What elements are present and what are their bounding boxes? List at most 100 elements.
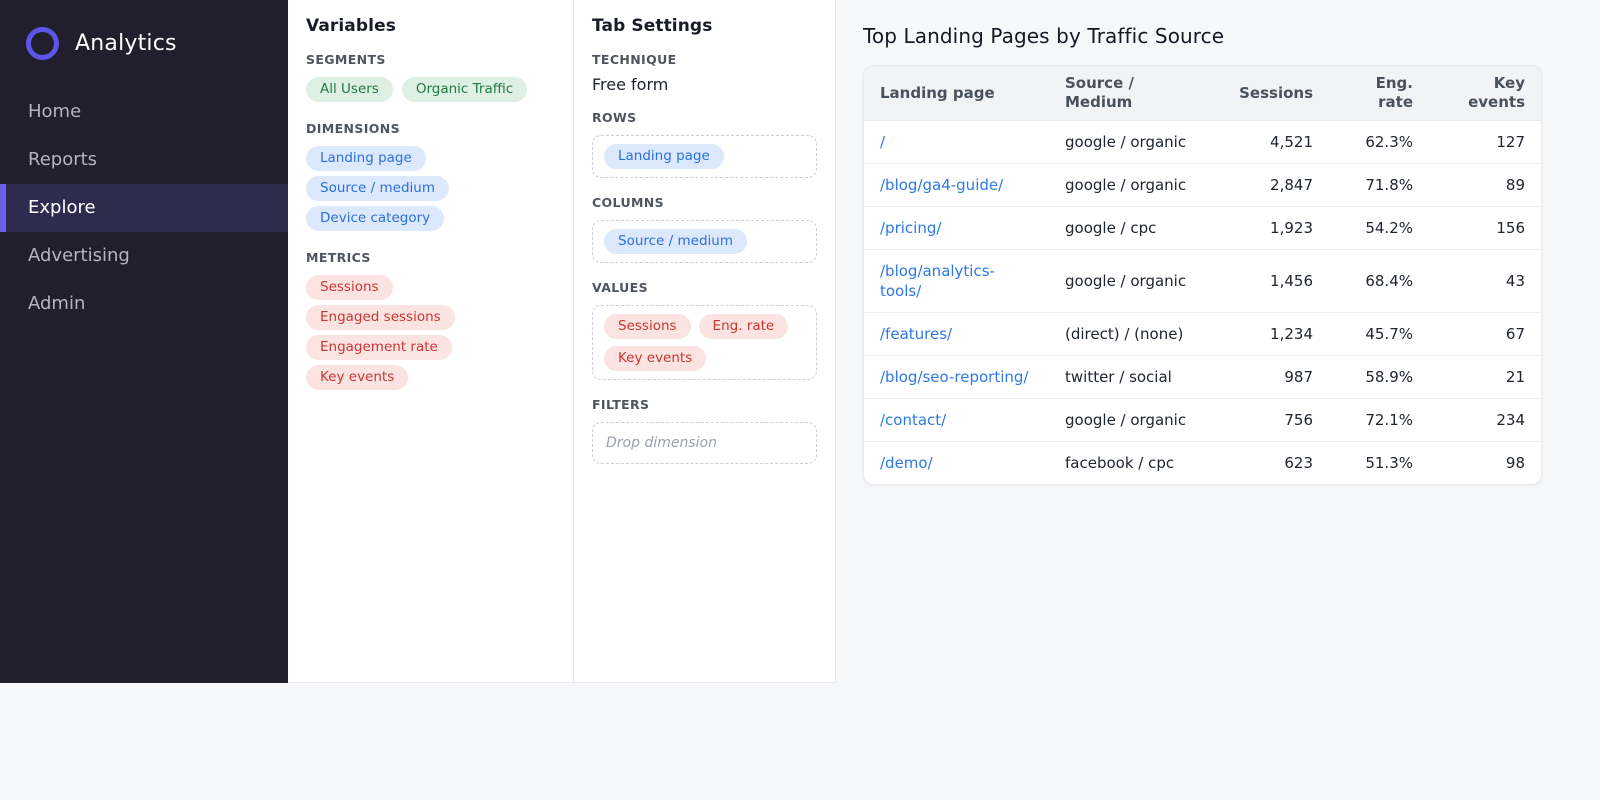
tab-settings-section-values: VALUES Sessions Eng. rate Key events xyxy=(592,280,817,380)
section-label-rows: ROWS xyxy=(592,110,637,125)
chip-list-metrics: Sessions Engaged sessions Engagement rate K… xyxy=(306,275,555,390)
chip-sessions[interactable]: Sessions xyxy=(306,275,393,300)
tab-settings-section-rows: ROWS Landing page xyxy=(592,110,817,178)
chip-landing-page[interactable]: Landing page xyxy=(306,146,426,171)
sidebar-item-home[interactable]: Home xyxy=(0,88,288,136)
dropzone-rows[interactable]: Landing page xyxy=(592,135,817,178)
tab-settings-section-filters: FILTERS Drop dimension xyxy=(592,397,817,464)
sessions-cell: 1,456 xyxy=(1219,249,1329,313)
landing-page-cell: /blog/seo-reporting/ xyxy=(864,355,1049,399)
column-header-landing-page[interactable]: Landing page xyxy=(864,66,1049,121)
variables-section-dimensions: DIMENSIONS Landing page Source / medium Dev… xyxy=(306,121,555,231)
key-events-cell: 21 xyxy=(1429,355,1541,399)
variables-panel: Variables SEGMENTS All Users Organic Traff… xyxy=(288,0,574,683)
tab-settings-panel: Tab Settings TECHNIQUE Free form ROWS Lan… xyxy=(574,0,836,683)
landing-page-link[interactable]: / xyxy=(880,133,885,151)
sidebar-item-explore[interactable]: Explore xyxy=(0,184,288,232)
main-area: Top Landing Pages by Traffic Source Land… xyxy=(836,0,1600,800)
table-row: /blog/seo-reporting/twitter / social 987 5… xyxy=(864,355,1541,399)
chip-list-dimensions: Landing page Source / medium Device catego… xyxy=(306,146,555,231)
tab-settings-section-columns: COLUMNS Source / medium xyxy=(592,195,817,263)
sidebar-item-reports[interactable]: Reports xyxy=(0,136,288,184)
sessions-cell: 4,521 xyxy=(1219,120,1329,164)
section-label-metrics: METRICS xyxy=(306,250,371,265)
chip-engagement-rate[interactable]: Engagement rate xyxy=(306,335,452,360)
dropzone-columns[interactable]: Source / medium xyxy=(592,220,817,263)
logo-text: Analytics xyxy=(75,31,177,56)
chip-source-medium[interactable]: Source / medium xyxy=(604,229,747,254)
chip-engaged-sessions[interactable]: Engaged sessions xyxy=(306,305,455,330)
key-events-cell: 67 xyxy=(1429,312,1541,356)
source-medium-cell: facebook / cpc xyxy=(1065,454,1175,472)
landing-page-cell: /pricing/ xyxy=(864,206,1049,250)
chip-key-events[interactable]: Key events xyxy=(604,346,707,371)
table-row: /blog/ga4-guide/google / organic 2,847 71.… xyxy=(864,163,1541,207)
landing-page-cell: /features/ xyxy=(864,312,1049,356)
sidebar-item-advertising[interactable]: Advertising xyxy=(0,232,288,280)
landing-page-cell: /blog/ga4-guide/ xyxy=(864,163,1049,207)
landing-page-link[interactable]: /blog/analytics-tools/ xyxy=(880,262,995,300)
eng-rate-cell: 72.1% xyxy=(1329,398,1429,442)
table-row: /demo/facebook / cpc 623 51.3% 98 xyxy=(864,442,1541,485)
source-medium-cell: (direct) / (none) xyxy=(1049,312,1219,356)
sessions-cell: 1,923 xyxy=(1219,206,1329,250)
chip-all-users[interactable]: All Users xyxy=(306,77,393,102)
source-medium-cell: google / organic xyxy=(1049,249,1219,313)
landing-page-link[interactable]: /contact/ xyxy=(880,411,946,429)
variables-sections: SEGMENTS All Users Organic Traffic DIMENSIO… xyxy=(306,52,555,390)
eng-rate-cell: 54.2% xyxy=(1329,206,1429,250)
dropzone-placeholder: Drop dimension xyxy=(606,435,717,451)
sidebar: Analytics Home Reports Explore Advertising A… xyxy=(0,0,288,683)
landing-page-link[interactable]: /pricing/ xyxy=(880,219,941,237)
analytics-logo-icon xyxy=(26,27,59,60)
column-header-key-events[interactable]: Key events xyxy=(1429,66,1541,121)
tab-settings-title: Tab Settings xyxy=(592,16,713,36)
source-medium-cell: google / cpc xyxy=(1049,206,1219,250)
key-events-cell: 89 xyxy=(1429,163,1541,207)
sessions-cell: 1,234 xyxy=(1219,312,1329,356)
section-label-filters: FILTERS xyxy=(592,397,650,412)
eng-rate-cell: 71.8% xyxy=(1329,163,1429,207)
landing-page-link[interactable]: /blog/ga4-guide/ xyxy=(880,176,1003,194)
landing-page-cell: /demo/ xyxy=(864,442,1049,485)
key-events-cell: 234 xyxy=(1429,398,1541,442)
report-table: Landing page Source / Medium Sessions Eng. … xyxy=(864,66,1541,484)
landing-page-link[interactable]: /blog/seo-reporting/ xyxy=(880,368,1028,386)
dropzone-values[interactable]: Sessions Eng. rate Key events xyxy=(592,305,817,380)
table-header-row: Landing page Source / Medium Sessions Eng. … xyxy=(864,66,1541,121)
chip-organic-traffic[interactable]: Organic Traffic xyxy=(401,77,528,102)
source-medium-cell: google / organic xyxy=(1049,120,1219,164)
column-header-sessions[interactable]: Sessions xyxy=(1219,66,1329,121)
landing-page-link[interactable]: /demo/ xyxy=(880,454,933,472)
variables-section-segments: SEGMENTS All Users Organic Traffic xyxy=(306,52,555,102)
column-header-eng-rate[interactable]: Eng. rate xyxy=(1329,66,1429,121)
table-row: /contact/google / organic 756 72.1% 234 xyxy=(864,398,1541,442)
technique-selector[interactable]: Free form xyxy=(592,75,817,94)
chip-key-events[interactable]: Key events xyxy=(306,365,409,390)
eng-rate-cell: 68.4% xyxy=(1329,249,1429,313)
chip-landing-page[interactable]: Landing page xyxy=(604,144,724,169)
sessions-cell: 756 xyxy=(1219,398,1329,442)
sidebar-item-admin[interactable]: Admin xyxy=(0,280,288,328)
chip-device-category[interactable]: Device category xyxy=(306,206,445,231)
app-root: Analytics Home Reports Explore Advertising A… xyxy=(0,0,1600,800)
eng-rate-cell: 45.7% xyxy=(1329,312,1429,356)
eng-rate-cell: 62.3% xyxy=(1329,120,1429,164)
sessions-cell: 987 xyxy=(1219,355,1329,399)
tab-settings-dropzones: ROWS Landing page COLUMNS Source / medium VA… xyxy=(592,110,817,464)
chip-eng-rate[interactable]: Eng. rate xyxy=(698,314,789,339)
eng-rate-cell: 51.3% xyxy=(1365,454,1413,472)
table-row: /features/ (direct) / (none) 1,234 45.7% 67 xyxy=(864,312,1541,356)
eng-rate-cell: 58.9% xyxy=(1329,355,1429,399)
section-label-dimensions: DIMENSIONS xyxy=(306,121,400,136)
table-row: /pricing/google / cpc 1,923 54.2% 156 xyxy=(864,206,1541,250)
sidebar-nav: Home Reports Explore Advertising Admin xyxy=(0,88,288,328)
chip-sessions[interactable]: Sessions xyxy=(604,314,691,339)
column-header-source-medium[interactable]: Source / Medium xyxy=(1049,66,1219,121)
landing-page-link[interactable]: /features/ xyxy=(880,325,952,343)
landing-page-cell: /contact/ xyxy=(864,398,1049,442)
landing-page-cell: / xyxy=(864,120,1049,164)
chip-source-medium[interactable]: Source / medium xyxy=(306,176,449,201)
logo: Analytics xyxy=(0,0,288,86)
dropzone-filters[interactable]: Drop dimension xyxy=(592,422,817,464)
